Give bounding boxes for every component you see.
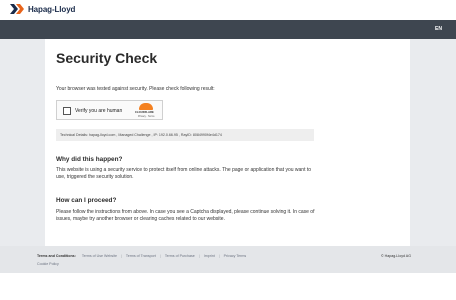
page-title: Security Check [56, 50, 158, 66]
footer-separator: | [198, 254, 200, 258]
footer-links: Terms and Conditions: Terms of Use Websi… [37, 254, 246, 258]
privacy-link[interactable]: Privacy [138, 115, 146, 118]
terms-link[interactable]: Terms [148, 115, 155, 118]
footer-link-terms-of-transport[interactable]: Terms of Transport [126, 254, 156, 258]
top-header: Hapag-Lloyd [0, 0, 456, 20]
brand-logo[interactable]: Hapag-Lloyd [10, 4, 75, 14]
footer-separator: | [120, 254, 122, 258]
footer-link-imprint[interactable]: Imprint [204, 254, 215, 258]
footer-link-privacy[interactable]: Privacy Terms [224, 254, 247, 258]
why-heading: Why did this happen? [56, 156, 123, 163]
intro-text: Your browser was tested against security… [56, 86, 215, 92]
why-text: This website is using a security service… [56, 167, 312, 181]
brand-name: Hapag-Lloyd [28, 4, 76, 14]
how-heading: How can I proceed? [56, 197, 117, 204]
cloudflare-wordmark: CLOUDFLARE [135, 111, 154, 114]
captcha-widget: Verify you are human CLOUDFLARE Privacy … [56, 100, 163, 120]
copyright: © Hapag-Lloyd AG [380, 254, 411, 258]
terms-label: Terms and Conditions: [37, 254, 76, 258]
verify-checkbox[interactable] [63, 107, 71, 115]
language-selector[interactable]: EN [435, 26, 442, 32]
footer-link-terms-of-purchase[interactable]: Terms of Purchase [165, 254, 195, 258]
footer-link-cookie-policy[interactable]: Cookie Policy [37, 262, 59, 266]
hapag-lloyd-logo-icon [10, 4, 24, 14]
how-text: Please follow the instructions from abov… [56, 209, 315, 223]
verify-label: Verify you are human [75, 108, 123, 114]
footer: Terms and Conditions: Terms of Use Websi… [0, 246, 456, 273]
navigation-bar: EN [0, 20, 456, 39]
footer-link-terms-of-use[interactable]: Terms of Use Website [82, 254, 117, 258]
cloudflare-logo[interactable]: CLOUDFLARE Privacy · Terms [135, 103, 157, 119]
cloud-icon [139, 103, 153, 110]
footer-separator: | [218, 254, 220, 258]
footer-separator: | [159, 254, 161, 258]
technical-details: Technical Details: hapag-lloyd.com , Man… [56, 129, 314, 141]
captcha-links: Privacy · Terms [138, 115, 155, 118]
